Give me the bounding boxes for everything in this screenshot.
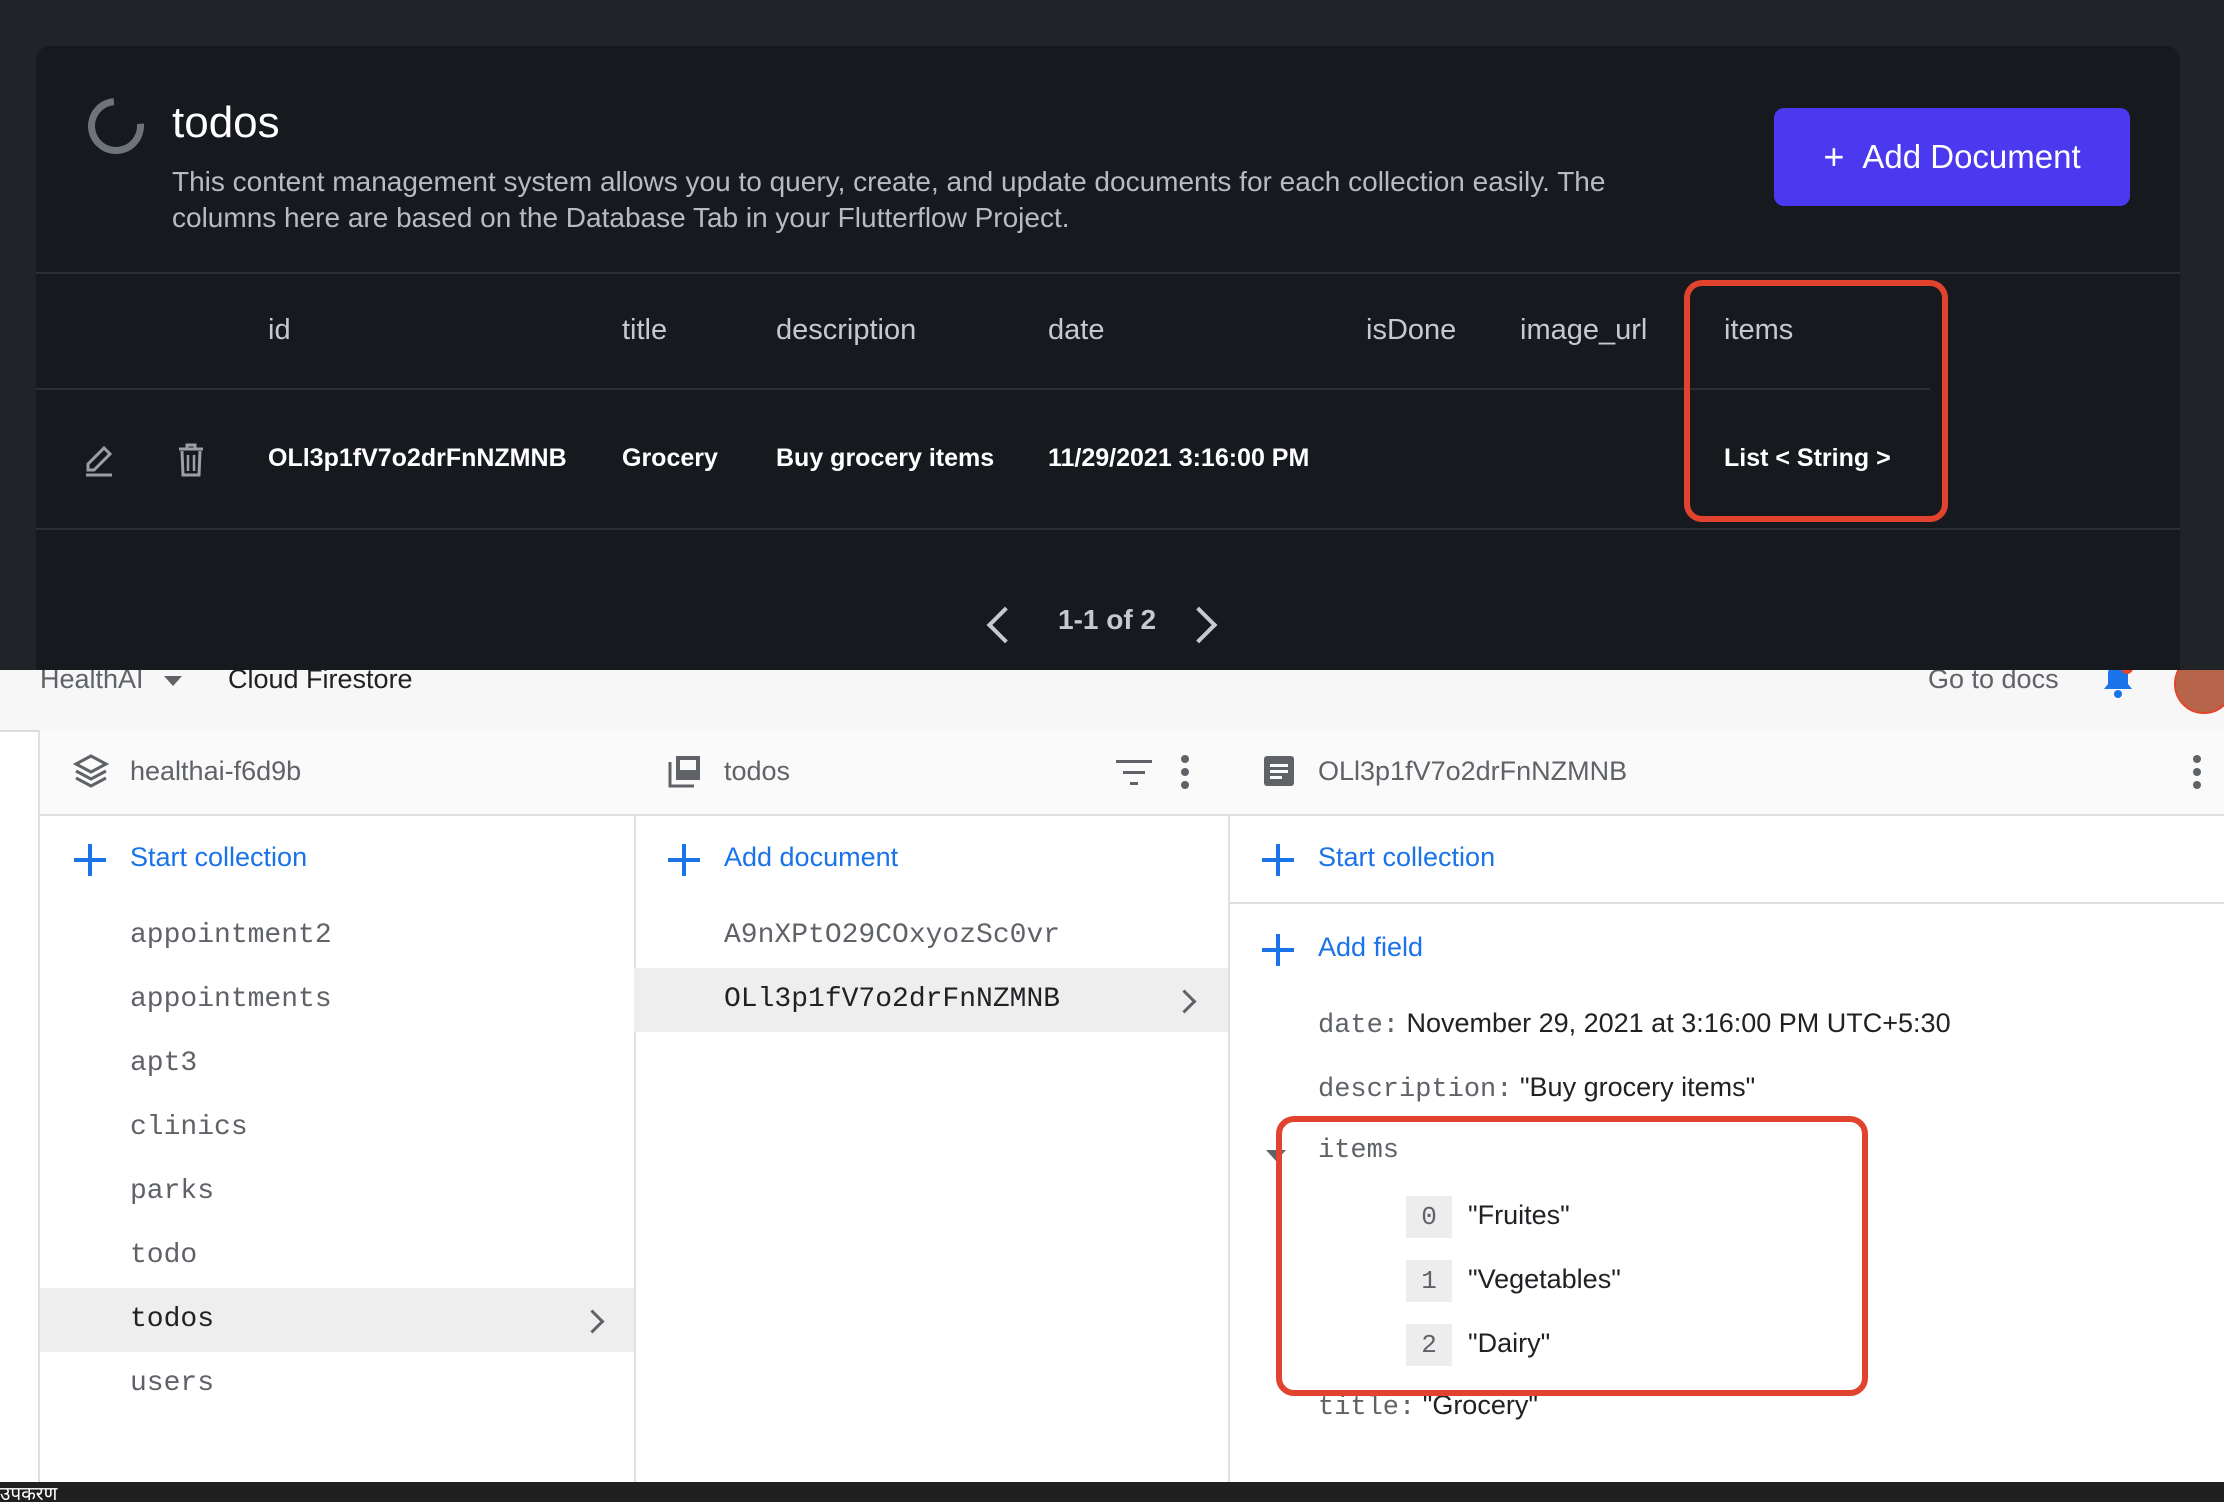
collection-icon (668, 756, 700, 788)
page-description: This content management system allows yo… (172, 166, 1606, 233)
collection-panel-header: todos (634, 730, 1228, 816)
edit-pencil-icon[interactable] (82, 444, 116, 478)
project-id: healthai-f6d9b (130, 756, 302, 786)
start-collection-button[interactable]: Start collection (130, 842, 307, 873)
cms-backdrop: todos This content management system all… (0, 0, 2224, 670)
divider (36, 388, 1930, 390)
collection-item[interactable]: clinics (130, 1112, 248, 1143)
root-panel: healthai-f6d9b Start collection appointm… (40, 730, 636, 1482)
cell-id: OLl3p1fV7o2drFnNZMNB (268, 444, 567, 472)
footer-text: उपकरण (0, 1483, 58, 1505)
divider (36, 272, 2180, 274)
plus-icon[interactable] (668, 844, 700, 876)
cell-date: 11/29/2021 3:16:00 PM (1048, 444, 1310, 472)
page-title: todos (172, 98, 280, 147)
collection-item[interactable]: appointments (130, 984, 332, 1015)
chevron-right-icon[interactable] (1180, 606, 1218, 644)
add-document-button[interactable]: Add document (724, 842, 898, 873)
collection-item[interactable]: apt3 (130, 1048, 197, 1079)
collection-item[interactable]: appointment2 (130, 920, 332, 951)
plus-icon[interactable] (1262, 934, 1294, 966)
field-date[interactable]: date: November 29, 2021 at 3:16:00 PM UT… (1318, 1008, 1951, 1041)
collection-item[interactable]: users (130, 1368, 214, 1399)
more-vert-icon[interactable] (1180, 754, 1190, 790)
data-panels: healthai-f6d9b Start collection appointm… (38, 730, 2224, 1482)
collection-title: todos (724, 756, 791, 786)
column-header-id[interactable]: id (268, 314, 291, 347)
plus-icon: + (1823, 136, 1845, 177)
column-header-isdone[interactable]: isDone (1366, 314, 1456, 347)
document-item[interactable]: A9nXPtO29COxyozSc0vr (724, 920, 1060, 951)
highlight-box (1276, 1116, 1868, 1396)
document-panel: OLl3p1fV7o2drFnNZMNB Start collection Ad… (1228, 730, 2224, 1482)
filter-icon[interactable] (1116, 758, 1152, 788)
document-panel-header: OLl3p1fV7o2drFnNZMNB (1228, 730, 2224, 816)
divider (36, 528, 2180, 530)
cell-description: Buy grocery items (776, 444, 995, 472)
column-header-date[interactable]: date (1048, 314, 1104, 347)
column-header-title[interactable]: title (622, 314, 667, 347)
firebase-stack-icon (72, 754, 110, 788)
document-icon (1264, 756, 1294, 786)
add-document-button[interactable]: + Add Document (1774, 108, 2130, 206)
highlight-box (1684, 280, 1948, 522)
cell-title: Grocery (622, 444, 718, 472)
bottom-bar: उपकरण (0, 1482, 2224, 1505)
divider (1228, 902, 2224, 904)
add-field-button[interactable]: Add field (1318, 932, 1423, 963)
add-document-label: Add Document (1862, 138, 2081, 175)
collection-item[interactable]: todo (130, 1240, 197, 1271)
pagination-label: 1-1 of 2 (1058, 604, 1157, 635)
document-item-selected[interactable]: OLl3p1fV7o2drFnNZMNB (724, 984, 1060, 1015)
column-header-image-url[interactable]: image_url (1520, 314, 1647, 347)
collection-panel: todos Add document A9nXPtO29COxyozSc0vr … (634, 730, 1230, 1482)
start-subcollection-button[interactable]: Start collection (1318, 842, 1495, 873)
root-panel-header: healthai-f6d9b (40, 730, 634, 816)
collection-item[interactable]: parks (130, 1176, 214, 1207)
column-header-description[interactable]: description (776, 314, 916, 347)
more-vert-icon[interactable] (2192, 754, 2202, 790)
loading-ring-icon (76, 86, 156, 166)
plus-icon[interactable] (74, 844, 106, 876)
field-description[interactable]: description: "Buy grocery items" (1318, 1072, 1755, 1105)
collection-item-selected[interactable]: todos (130, 1304, 214, 1335)
cms-card: todos This content management system all… (36, 46, 2180, 670)
dropdown-caret-icon[interactable] (164, 676, 182, 686)
trash-icon[interactable] (176, 442, 206, 478)
document-id: OLl3p1fV7o2drFnNZMNB (1318, 756, 1628, 786)
plus-icon[interactable] (1262, 844, 1294, 876)
chevron-left-icon[interactable] (986, 606, 1024, 644)
